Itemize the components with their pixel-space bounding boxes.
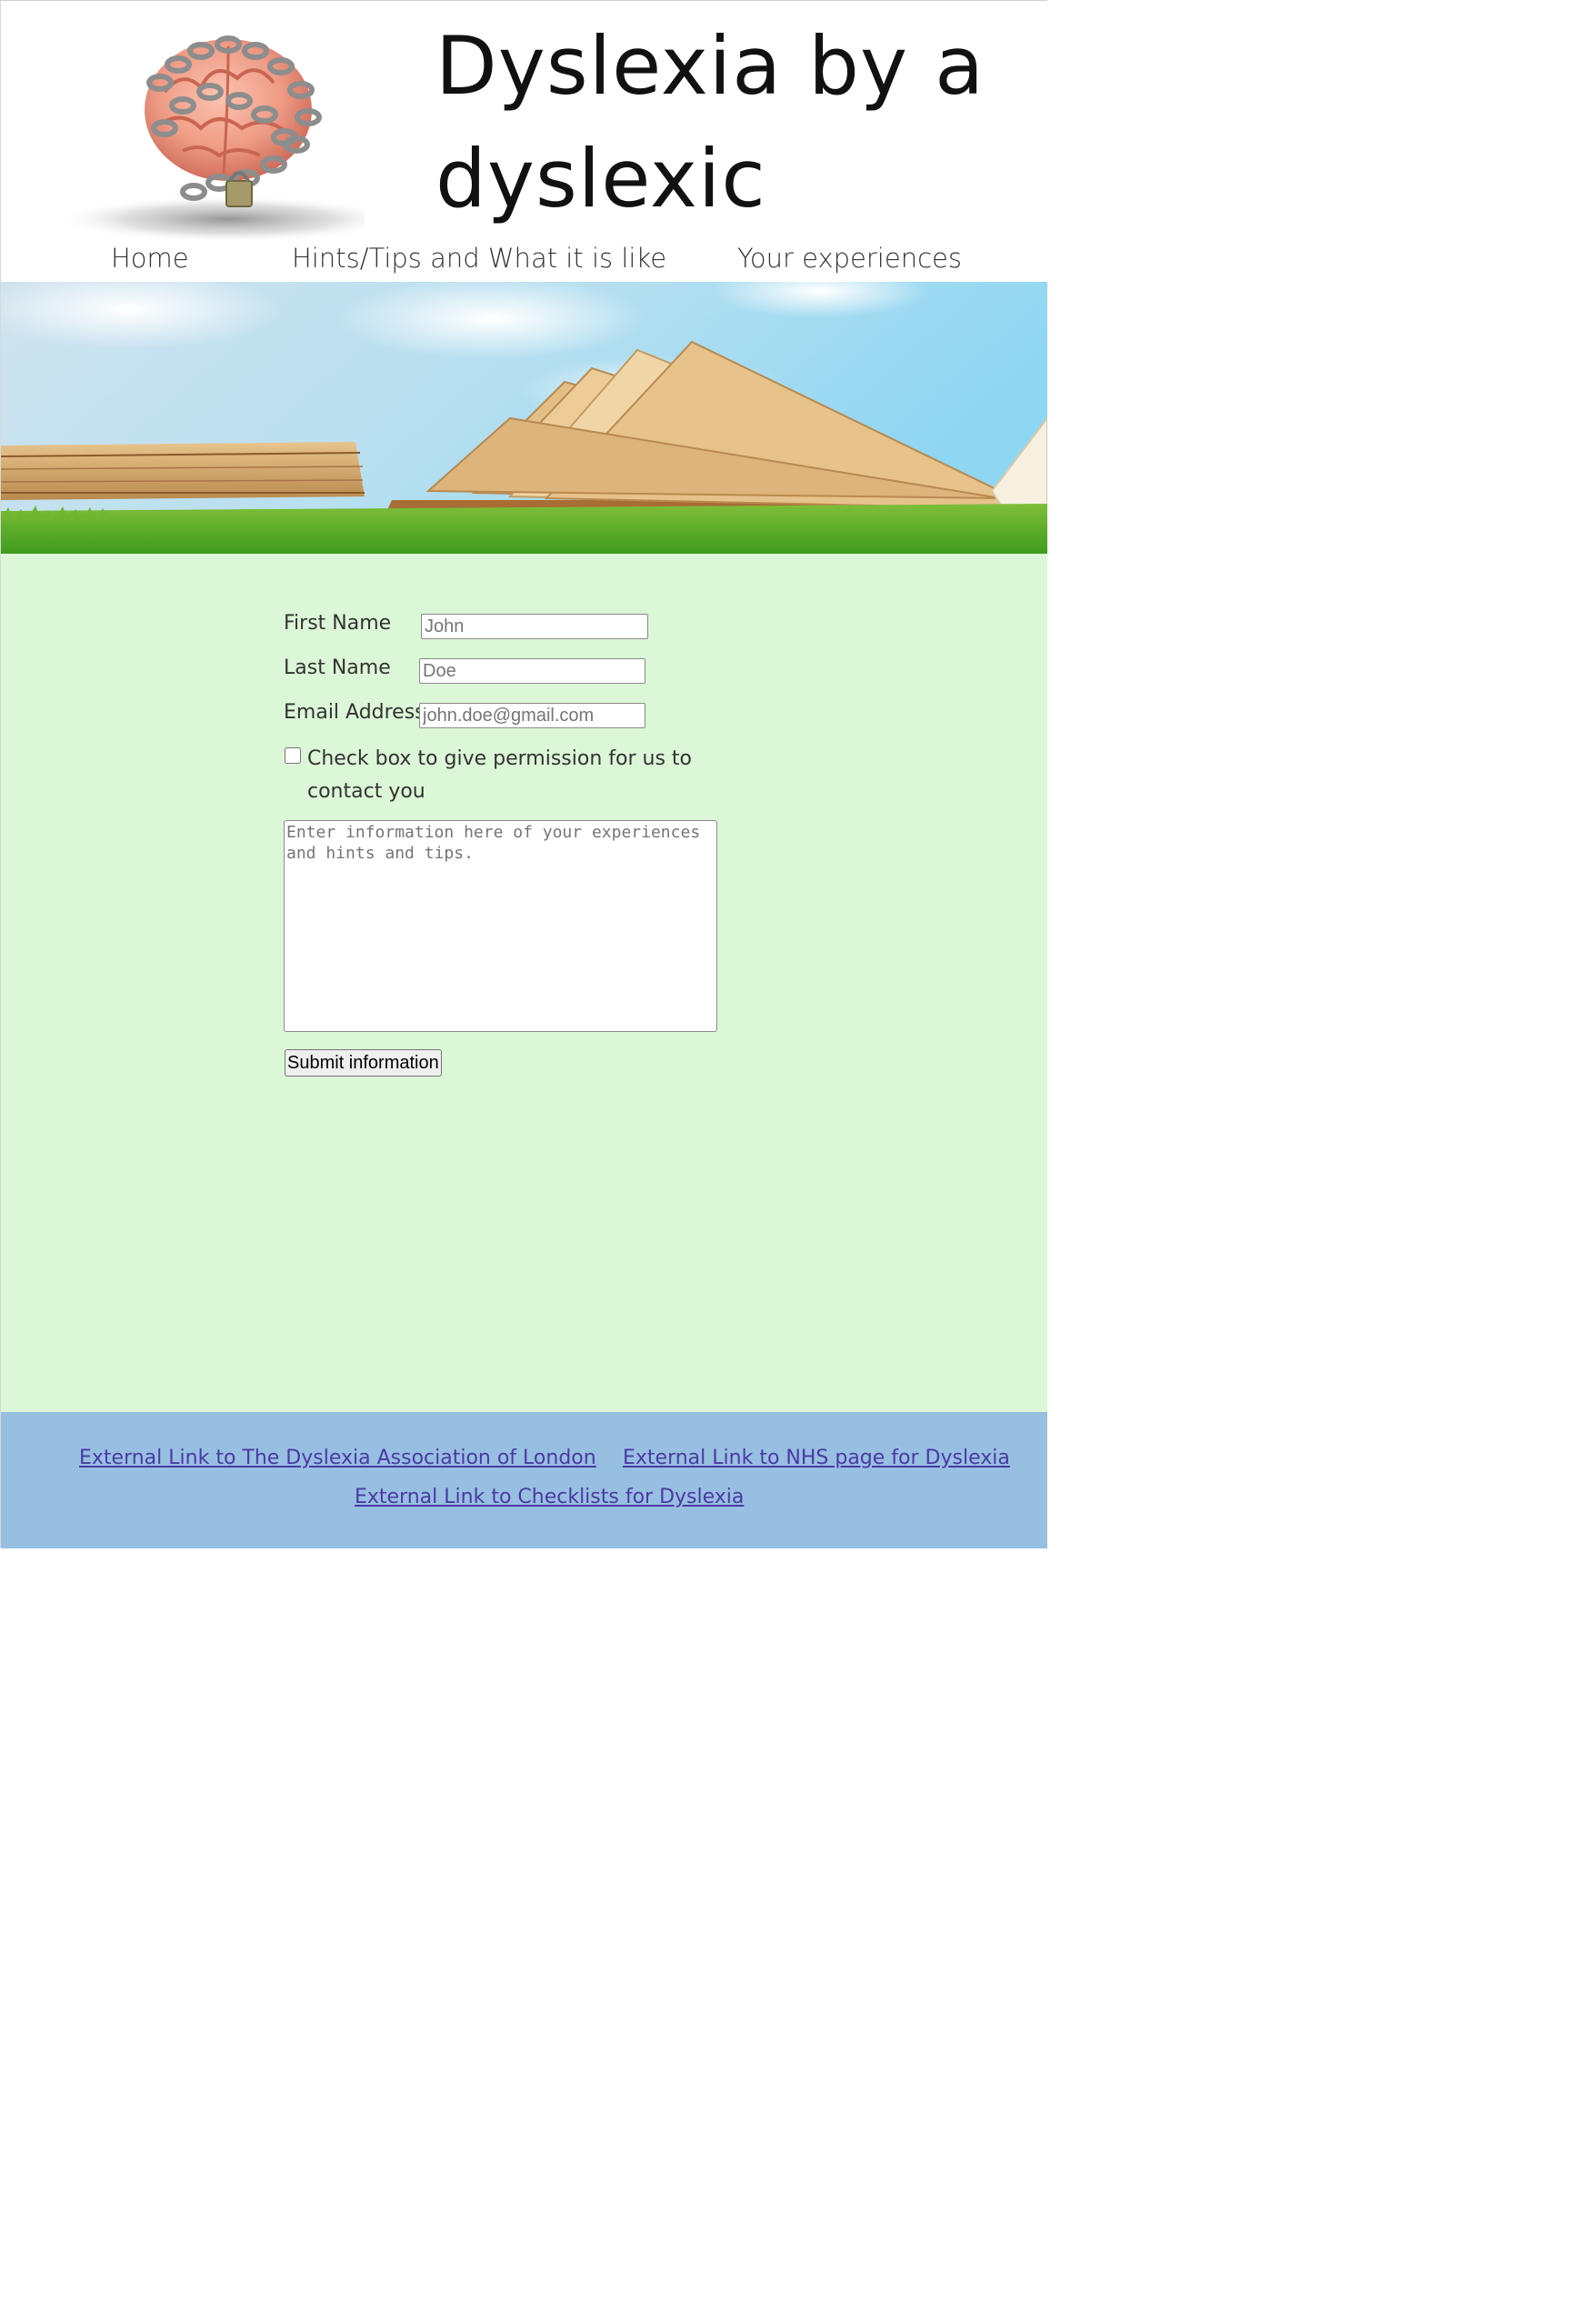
nav-hints-tips[interactable]: Hints/Tips and What it is like xyxy=(292,243,666,274)
site-footer: External Link to The Dyslexia Associatio… xyxy=(1,1412,1047,1548)
first-name-input[interactable] xyxy=(421,614,648,639)
contact-permission-checkbox[interactable] xyxy=(285,747,301,764)
main-nav: Home Hints/Tips and What it is like Your… xyxy=(1,239,1047,282)
last-name-input[interactable] xyxy=(419,658,645,684)
link-nhs-dyslexia[interactable]: External Link to NHS page for Dyslexia xyxy=(623,1447,1010,1469)
experiences-textarea[interactable] xyxy=(284,820,717,1032)
site-header: Dyslexia by a dyslexic xyxy=(1,1,1047,243)
submit-information-button[interactable]: Submit information xyxy=(285,1049,442,1077)
site-title: Dyslexia by a dyslexic xyxy=(435,19,985,225)
brain-in-chains-icon xyxy=(1,1,401,243)
open-books-on-grass-image xyxy=(1,282,1047,554)
nav-your-experiences[interactable]: Your experiences xyxy=(737,243,962,274)
page: Dyslexia by a dyslexic Home Hints/Tips a… xyxy=(0,0,1047,1548)
experiences-form-section: First Name Last Name Email Address Check… xyxy=(1,554,1047,1412)
link-dyslexia-association-london[interactable]: External Link to The Dyslexia Associatio… xyxy=(79,1447,596,1469)
last-name-label: Last Name xyxy=(284,656,391,679)
link-dyslexia-checklists[interactable]: External Link to Checklists for Dyslexia xyxy=(355,1486,744,1508)
email-label: Email Address xyxy=(284,701,425,724)
first-name-label: First Name xyxy=(284,612,392,635)
contact-permission-label: Check box to give permission for us to c… xyxy=(307,747,692,803)
nav-home[interactable]: Home xyxy=(111,243,189,274)
email-input[interactable] xyxy=(419,703,645,728)
